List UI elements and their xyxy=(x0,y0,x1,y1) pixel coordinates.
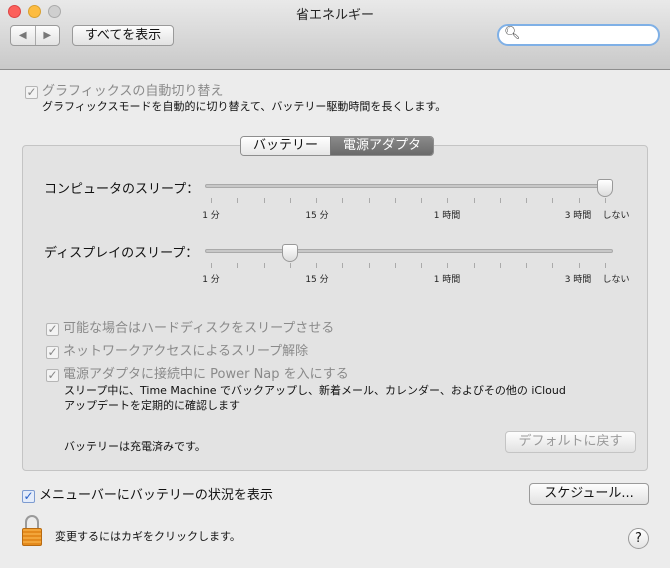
tab-power-adapter[interactable]: 電源アダプタ xyxy=(330,137,434,155)
window-title: 省エネルギー xyxy=(295,8,374,23)
option-label: 可能な場合はハードディスクをスリープさせる xyxy=(63,321,335,336)
tab-bar: バッテリー 電源アダプタ xyxy=(240,136,435,156)
slider-tick xyxy=(289,263,291,268)
tick-label: しない xyxy=(602,211,630,221)
slider-tick xyxy=(211,263,212,268)
tick-label: 15 分 xyxy=(305,211,329,221)
lock-icon[interactable] xyxy=(22,515,42,547)
slider-tick xyxy=(211,198,212,203)
slider-tick xyxy=(237,198,239,203)
display-sleep-label: ディスプレイのスリープ： xyxy=(44,246,199,261)
computer-sleep-thumb[interactable] xyxy=(597,179,613,197)
slider-tick xyxy=(237,263,239,268)
tick-label: 1 分 xyxy=(202,211,220,221)
slider-tick xyxy=(552,198,554,203)
slider-tick xyxy=(473,263,475,268)
tick-label: 15 分 xyxy=(305,275,329,285)
graphics-switch-checkbox[interactable]: ✓ グラフィックスの自動切り替え xyxy=(25,80,223,99)
slider-tick xyxy=(316,198,318,203)
slider-tick xyxy=(552,263,554,268)
checkmark-icon: ✓ xyxy=(46,368,59,382)
slider-tick xyxy=(447,198,449,203)
show-battery-status-checkbox[interactable]: ✓ メニューバーにバッテリーの状況を表示 xyxy=(22,484,273,503)
slider-tick xyxy=(394,263,396,268)
option-label: 電源アダプタに接続中に Power Nap を入にする xyxy=(63,367,349,382)
slider-tick xyxy=(263,263,265,268)
slider-tick xyxy=(342,263,344,268)
slider-tick xyxy=(394,198,396,203)
slider-tick xyxy=(316,263,318,268)
slider-tick xyxy=(289,198,291,203)
search-icon: 🔍︎ xyxy=(504,26,521,41)
computer-sleep-label: コンピュータのスリープ： xyxy=(44,182,200,197)
checkmark-icon: ✓ xyxy=(22,489,35,503)
slider-tick xyxy=(499,198,501,203)
back-button[interactable]: ◀ xyxy=(11,26,35,45)
hdd-sleep-checkbox[interactable]: ✓ 可能な場合はハードディスクをスリープさせる xyxy=(46,317,334,336)
option-label: メニューバーにバッテリーの状況を表示 xyxy=(39,488,273,503)
lock-text: 変更するにはカギをクリックします。 xyxy=(55,530,241,543)
checkmark-icon: ✓ xyxy=(46,345,59,359)
graphics-description: グラフィックスモードを自動的に切り替えて、バッテリー駆動時間を長くします。 xyxy=(42,100,447,113)
slider-tick xyxy=(526,198,528,203)
tick-label: 1 時間 xyxy=(433,275,461,285)
battery-status: バッテリーは充電済みです。 xyxy=(64,440,206,453)
option-label: ネットワークアクセスによるスリープ解除 xyxy=(63,344,309,359)
slider-tick xyxy=(342,198,344,203)
power-nap-description: アップデートを定期的に確認します xyxy=(64,399,240,412)
checkmark-icon: ✓ xyxy=(25,85,38,99)
tick-label: 3 時間 xyxy=(564,211,592,221)
slider-tick xyxy=(499,263,501,268)
display-sleep-slider[interactable] xyxy=(205,249,613,253)
slider-tick xyxy=(605,198,606,203)
nav-buttons: ◀ ▶ xyxy=(10,25,60,46)
restore-defaults-button[interactable]: デフォルトに戻す xyxy=(505,431,636,453)
tick-label: 1 時間 xyxy=(433,211,461,221)
network-wake-checkbox[interactable]: ✓ ネットワークアクセスによるスリープ解除 xyxy=(46,340,308,359)
schedule-button[interactable]: スケジュール... xyxy=(529,483,649,505)
slider-tick xyxy=(421,263,423,268)
power-nap-description: スリープ中に、Time Machine でバックアップし、新着メール、カレンダー… xyxy=(64,384,566,397)
slider-tick xyxy=(526,263,528,268)
slider-tick xyxy=(447,263,449,268)
show-all-button[interactable]: すべてを表示 xyxy=(72,25,174,46)
tick-label: 1 分 xyxy=(202,275,220,285)
tick-label: しない xyxy=(602,275,630,285)
search-input[interactable]: 🔍︎ xyxy=(497,24,660,46)
slider-tick xyxy=(605,263,606,268)
help-button[interactable]: ? xyxy=(628,528,649,549)
slider-tick xyxy=(578,198,580,203)
slider-tick xyxy=(368,198,370,203)
forward-button[interactable]: ▶ xyxy=(34,26,60,45)
computer-sleep-slider[interactable] xyxy=(205,184,613,188)
power-nap-checkbox[interactable]: ✓ 電源アダプタに接続中に Power Nap を入にする xyxy=(46,363,349,382)
display-sleep-thumb[interactable] xyxy=(281,244,298,262)
tick-label: 3 時間 xyxy=(564,275,592,285)
graphics-switch-label: グラフィックスの自動切り替え xyxy=(42,84,224,99)
checkmark-icon: ✓ xyxy=(46,322,59,336)
slider-tick xyxy=(263,198,265,203)
slider-tick xyxy=(473,198,475,203)
slider-tick xyxy=(368,263,370,268)
slider-tick xyxy=(421,198,423,203)
slider-tick xyxy=(578,263,580,268)
tab-battery[interactable]: バッテリー xyxy=(241,137,331,155)
